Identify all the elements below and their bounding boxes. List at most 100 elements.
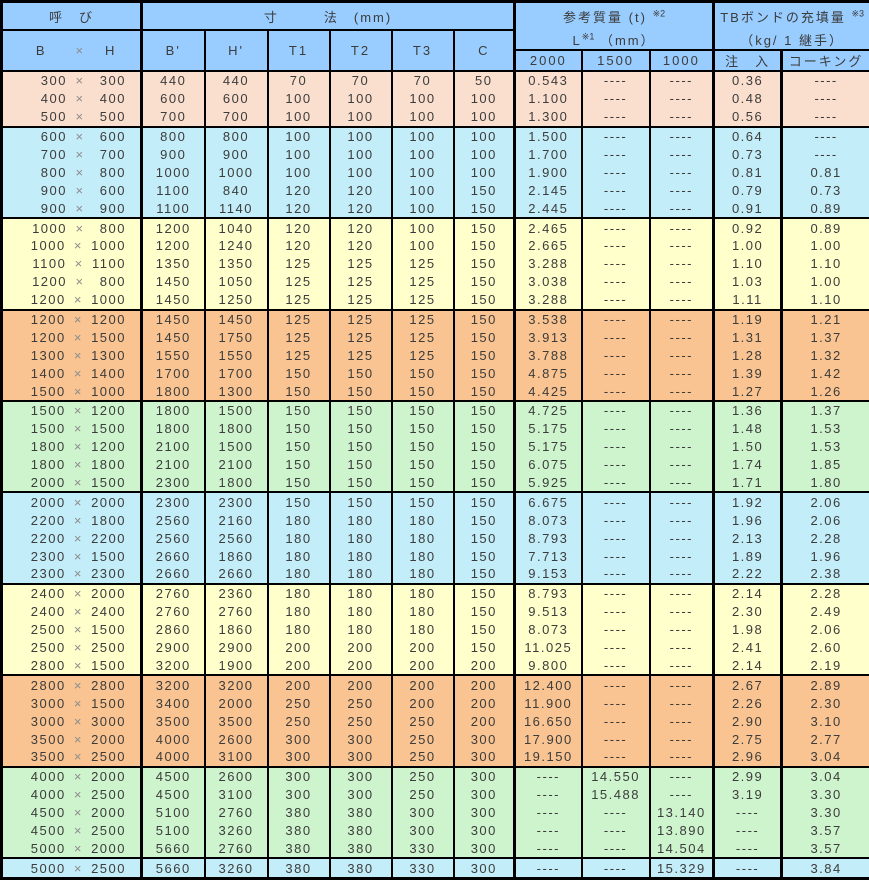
cell-t3: 180 <box>392 547 454 565</box>
cell-l1000: ---- <box>650 401 714 420</box>
cell-l2000: 3.288 <box>515 291 582 310</box>
cell-t2: 125 <box>330 310 392 329</box>
times-sign: × <box>66 787 91 802</box>
table-body: 300×300440440707070500.543--------0.36--… <box>2 71 869 879</box>
cell-bp: 440 <box>142 71 205 90</box>
cell-nominal-size: 3000×1500 <box>2 694 142 712</box>
cell-c: 150 <box>454 255 515 273</box>
value-b: 2300 <box>15 566 66 581</box>
cell-c: 150 <box>454 603 515 621</box>
cell-l1000: ---- <box>650 328 714 346</box>
cell-t2: 300 <box>330 767 392 786</box>
cell-c: 150 <box>454 474 515 493</box>
cell-l1000: ---- <box>650 529 714 547</box>
cell-inject: 1.98 <box>714 621 782 639</box>
cell-nominal-size: 1000×800 <box>2 218 142 237</box>
cell-l2000: 5.175 <box>515 420 582 438</box>
value-b: 3500 <box>15 732 66 747</box>
cell-inject: 2.26 <box>714 694 782 712</box>
cell-hp: 1050 <box>205 273 268 291</box>
cell-t1: 120 <box>268 237 330 255</box>
cell-t2: 125 <box>330 291 392 310</box>
times-sign: × <box>67 73 93 88</box>
cell-c: 150 <box>454 565 515 584</box>
value-h: 2000 <box>91 841 128 856</box>
cell-nominal-size: 2800×2800 <box>2 675 142 694</box>
table-row: 1200×1500145017501251251251503.913------… <box>2 328 869 346</box>
cell-inject: 2.30 <box>714 603 782 621</box>
cell-caulk: 2.30 <box>782 694 869 712</box>
cell-t3: 250 <box>392 767 454 786</box>
cell-l1000: ---- <box>650 310 714 329</box>
cell-l2000: 4.425 <box>515 382 582 401</box>
cell-caulk: 2.06 <box>782 492 869 511</box>
table-row: 2400×2400276027601801801801509.513------… <box>2 603 869 621</box>
times-sign: × <box>67 201 93 216</box>
cell-caulk: 2.28 <box>782 529 869 547</box>
cell-inject: 1.74 <box>714 456 782 474</box>
value-h: 500 <box>93 109 128 124</box>
value-b: 4500 <box>15 823 66 838</box>
cell-caulk: 0.89 <box>782 199 869 218</box>
cell-bp: 1800 <box>142 382 205 401</box>
cell-l1000: ---- <box>650 565 714 584</box>
cell-l1000: ---- <box>650 346 714 364</box>
table-row: 700×7009009001001001001001.700--------0.… <box>2 146 869 164</box>
cell-t2: 150 <box>330 364 392 382</box>
cell-bp: 1700 <box>142 364 205 382</box>
cell-nominal-size: 2800×1500 <box>2 657 142 676</box>
value-b: 2300 <box>15 549 66 564</box>
cell-t1: 150 <box>268 474 330 493</box>
cell-t2: 100 <box>330 146 392 164</box>
cell-c: 150 <box>454 346 515 364</box>
cell-caulk: 3.30 <box>782 804 869 822</box>
value-h: 1100 <box>92 256 128 271</box>
cell-l2000: 0.543 <box>515 71 582 90</box>
value-h: 800 <box>93 221 128 236</box>
cell-bp: 1350 <box>142 255 205 273</box>
cell-t3: 180 <box>392 621 454 639</box>
cell-t2: 200 <box>330 657 392 676</box>
table-row: 2500×1500286018601801801801508.073------… <box>2 621 869 639</box>
reference-mass-label: 参考質量 (t) <box>563 10 647 25</box>
cell-caulk: 2.06 <box>782 621 869 639</box>
value-b: 1800 <box>15 457 66 472</box>
note-mark-3: ※3 <box>851 9 864 19</box>
cell-t1: 150 <box>268 364 330 382</box>
cell-nominal-size: 2200×2200 <box>2 529 142 547</box>
value-b: 3000 <box>15 696 66 711</box>
cell-l1000: 14.504 <box>650 839 714 858</box>
value-b: 1000 <box>15 238 66 253</box>
cell-nominal-size: 4000×2000 <box>2 767 142 786</box>
cell-nominal-size: 1200×800 <box>2 273 142 291</box>
value-h: 3000 <box>91 714 128 729</box>
cell-t3: 200 <box>392 675 454 694</box>
cell-t2: 300 <box>330 748 392 767</box>
header-col-l1000: 1000 <box>650 50 714 71</box>
cell-nominal-size: 2400×2000 <box>2 584 142 603</box>
cell-t1: 380 <box>268 822 330 840</box>
value-h: 1500 <box>91 622 128 637</box>
cell-l2000: 9.800 <box>515 657 582 676</box>
cell-inject: 2.14 <box>714 584 782 603</box>
value-h: 1200 <box>91 439 128 454</box>
cell-inject: 0.79 <box>714 181 782 199</box>
cell-bp: 1450 <box>142 291 205 310</box>
cell-l1500: ---- <box>582 328 650 346</box>
cell-caulk: 1.21 <box>782 310 869 329</box>
cell-c: 300 <box>454 748 515 767</box>
cell-l2000: 1.500 <box>515 127 582 146</box>
cell-c: 150 <box>454 529 515 547</box>
table-row: 2200×2200256025601801801801508.793------… <box>2 529 869 547</box>
cell-caulk: 1.96 <box>782 547 869 565</box>
value-b: 1100 <box>15 256 66 271</box>
table-row: 5000×200056602760380380330300--------14.… <box>2 839 869 858</box>
cell-l1500: ---- <box>582 748 650 767</box>
cell-nominal-size: 900×900 <box>2 199 142 218</box>
cell-t1: 150 <box>268 438 330 456</box>
cell-l1000: 13.890 <box>650 822 714 840</box>
value-h: 1500 <box>91 421 128 436</box>
cell-l2000: ---- <box>515 804 582 822</box>
cell-inject: 2.14 <box>714 657 782 676</box>
times-sign: × <box>66 330 91 345</box>
